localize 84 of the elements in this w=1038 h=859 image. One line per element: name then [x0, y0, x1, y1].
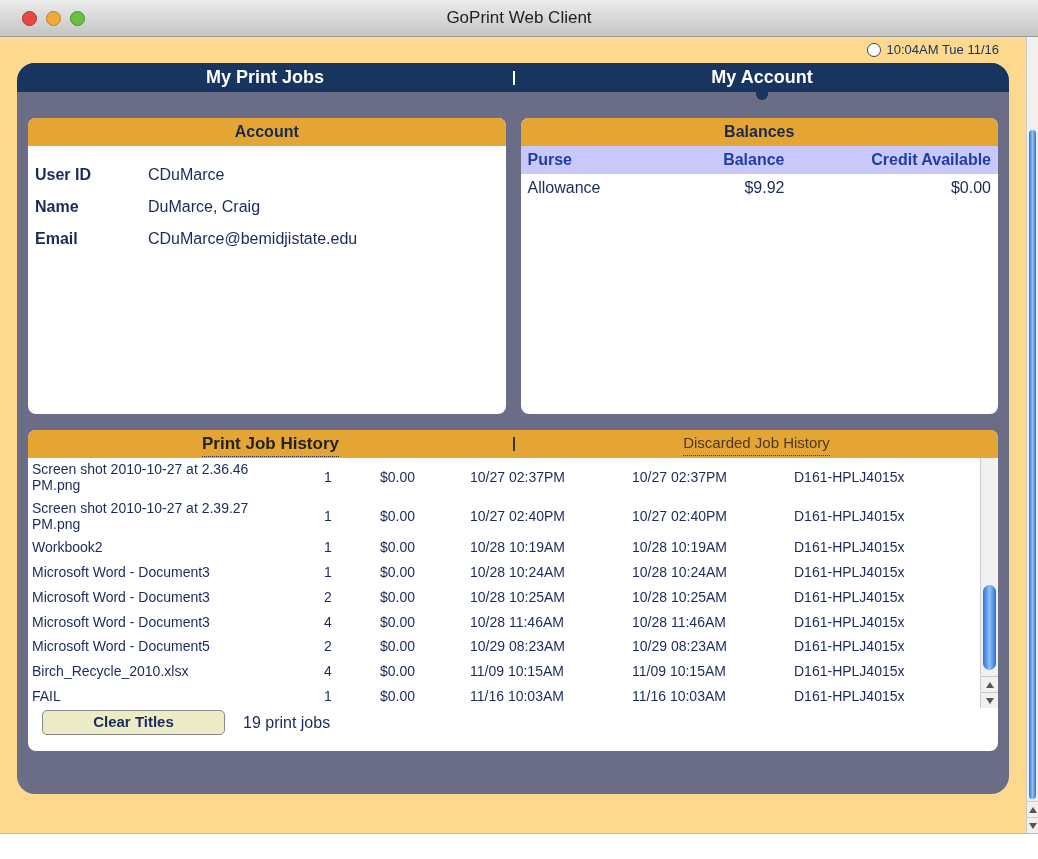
field-label: Email [35, 229, 79, 249]
field-value: CDuMarce [148, 165, 225, 185]
table-cell-text: Microsoft Word - Document3 [32, 613, 211, 630]
tab[interactable]: My Print Jobs [17, 63, 513, 92]
window-title: GoPrint Web Client [446, 7, 592, 30]
table-cell-text: 10/28 10:19AM [470, 539, 566, 556]
table-cell-text: Microsoft Word - Document5 [32, 638, 211, 655]
job-count: 19 print jobs [243, 712, 331, 733]
table-cell-text: Microsoft Word - Document3 [32, 564, 211, 581]
table-cell-text: D161-HPLJ4015x [794, 638, 906, 655]
table-cell-text: $0.00 [380, 539, 417, 556]
table-cell-text: 10/27 02:40PM [470, 507, 566, 524]
scroll-thumb[interactable] [983, 585, 996, 670]
table-cell-text: D161-HPLJ4015x [794, 469, 906, 486]
table-cell-text: 1 [323, 469, 333, 486]
table-cell-text: 11/16 10:03AM [470, 687, 565, 704]
table-cell-text: $9.92 [743, 178, 785, 198]
table-cell-text: 10/28 10:25AM [470, 588, 566, 605]
field-value: DuMarce, Craig [148, 197, 261, 217]
field-label: User ID [35, 165, 93, 185]
table-cell-text: D161-HPLJ4015x [794, 564, 906, 581]
table-cell-text: 11/09 10:15AM [632, 662, 727, 679]
table-cell-text: 1 [323, 687, 333, 704]
table-cell-text: D161-HPLJ4015x [794, 662, 906, 679]
scrollbar[interactable] [1026, 37, 1038, 833]
table-cell-text: $0.00 [380, 469, 417, 486]
table-cell-text: 10/27 02:37PM [632, 469, 728, 486]
table-cell-text: Screen shot 2010-10-27 at 2.36.46 PM.png [32, 461, 250, 494]
table-cell-text: 1 [323, 507, 333, 524]
minimize-icon[interactable] [46, 10, 61, 26]
clock-icon [867, 43, 882, 57]
table-cell-text: $0.00 [380, 662, 417, 679]
table-cell-text: 10/28 10:25AM [632, 588, 728, 605]
scrollbar[interactable] [980, 458, 998, 708]
close-icon[interactable] [22, 10, 37, 26]
table-cell-text: 11/09 10:15AM [470, 662, 565, 679]
table-cell-text: FAIL [32, 687, 62, 704]
table-cell-text: 10/29 08:23AM [470, 638, 566, 655]
table-cell-text: 2 [323, 638, 333, 655]
table-cell-text: $0.00 [380, 507, 417, 524]
field-value: CDuMarce@bemidjistate.edu [148, 229, 358, 249]
table-cell-text: D161-HPLJ4015x [794, 687, 906, 704]
table-cell-text: 10/29 08:23AM [632, 638, 728, 655]
table-cell-text: D161-HPLJ4015x [794, 507, 906, 524]
table-cell-text: 4 [323, 662, 333, 679]
table-cell-text: 4 [323, 613, 333, 630]
history-tab[interactable]: Print Job History [202, 430, 339, 458]
table-cell-text: $0.00 [949, 178, 991, 198]
table-cell-text: 1 [323, 539, 333, 556]
table-cell-text: $0.00 [380, 638, 417, 655]
column-header: Credit Available [870, 150, 991, 170]
field-label: Name [35, 197, 80, 217]
column-header: Purse [527, 150, 573, 170]
table-cell-text: D161-HPLJ4015x [794, 613, 906, 630]
table-cell-text: 10/28 10:24AM [632, 564, 728, 581]
table-cell-text: Screen shot 2010-10-27 at 2.39.27 PM.png [32, 499, 250, 532]
table-cell-text: 2 [323, 588, 333, 605]
table-cell-text: 10/27 02:40PM [632, 507, 728, 524]
table-cell-text: 11/16 10:03AM [632, 687, 727, 704]
table-cell-text: $0.00 [380, 588, 417, 605]
table-cell-text: 1 [323, 564, 333, 581]
column-header: Balance [722, 150, 785, 170]
table-cell-text: Workbook2 [32, 539, 104, 556]
table-cell-text: D161-HPLJ4015x [794, 588, 906, 605]
scroll-thumb[interactable] [1029, 129, 1036, 799]
table-cell-text: $0.00 [380, 564, 417, 581]
history-tab[interactable]: Discarded Job History [683, 432, 830, 456]
clear-titles-button[interactable]: Clear Titles [42, 710, 225, 735]
clock-text: 10:04AM Tue 11/16 [886, 41, 999, 60]
table-cell-text: 10/28 10:24AM [470, 564, 566, 581]
table-cell-text: D161-HPLJ4015x [794, 539, 906, 556]
table-cell-text: 10/28 11:46AM [632, 613, 727, 630]
card-header: Balances [520, 118, 998, 146]
table-cell-text: $0.00 [380, 687, 417, 704]
table-cell-text: Allowance [527, 178, 602, 198]
tab[interactable]: My Account [515, 63, 1009, 100]
table-cell-text: Microsoft Word - Document3 [32, 588, 211, 605]
table-cell-text: 10/28 10:19AM [632, 539, 728, 556]
card-header: Account [28, 118, 506, 146]
table-cell-text: Birch_Recycle_2010.xlsx [32, 662, 190, 679]
table-cell-text: 10/28 11:46AM [470, 613, 565, 630]
table-cell-text: 10/27 02:37PM [470, 469, 566, 486]
zoom-icon[interactable] [70, 10, 85, 26]
table-cell-text: $0.00 [380, 613, 417, 630]
